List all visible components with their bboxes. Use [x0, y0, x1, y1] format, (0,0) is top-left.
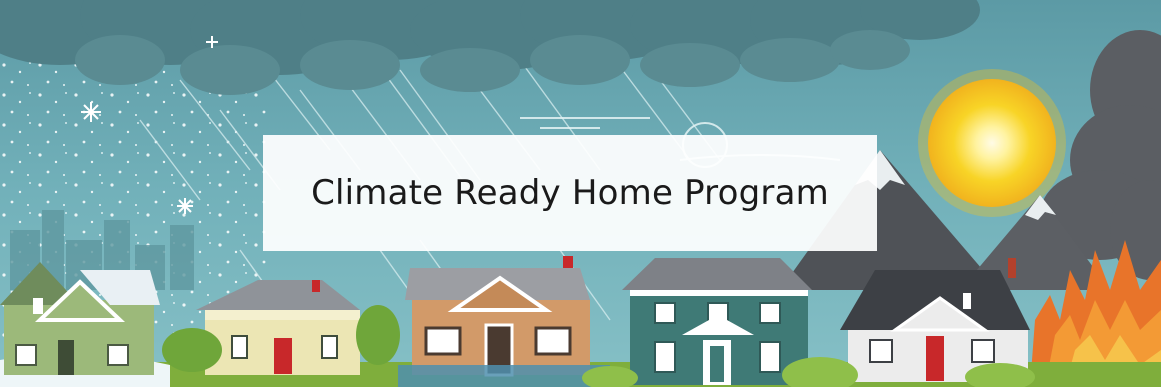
page-title: Climate Ready Home Program — [311, 173, 829, 213]
title-overlay: Climate Ready Home Program — [263, 135, 877, 251]
house-tan — [398, 256, 610, 387]
house-teal — [622, 258, 812, 385]
hero-banner: Climate Ready Home Program — [0, 0, 1161, 387]
sun-icon — [918, 69, 1066, 217]
